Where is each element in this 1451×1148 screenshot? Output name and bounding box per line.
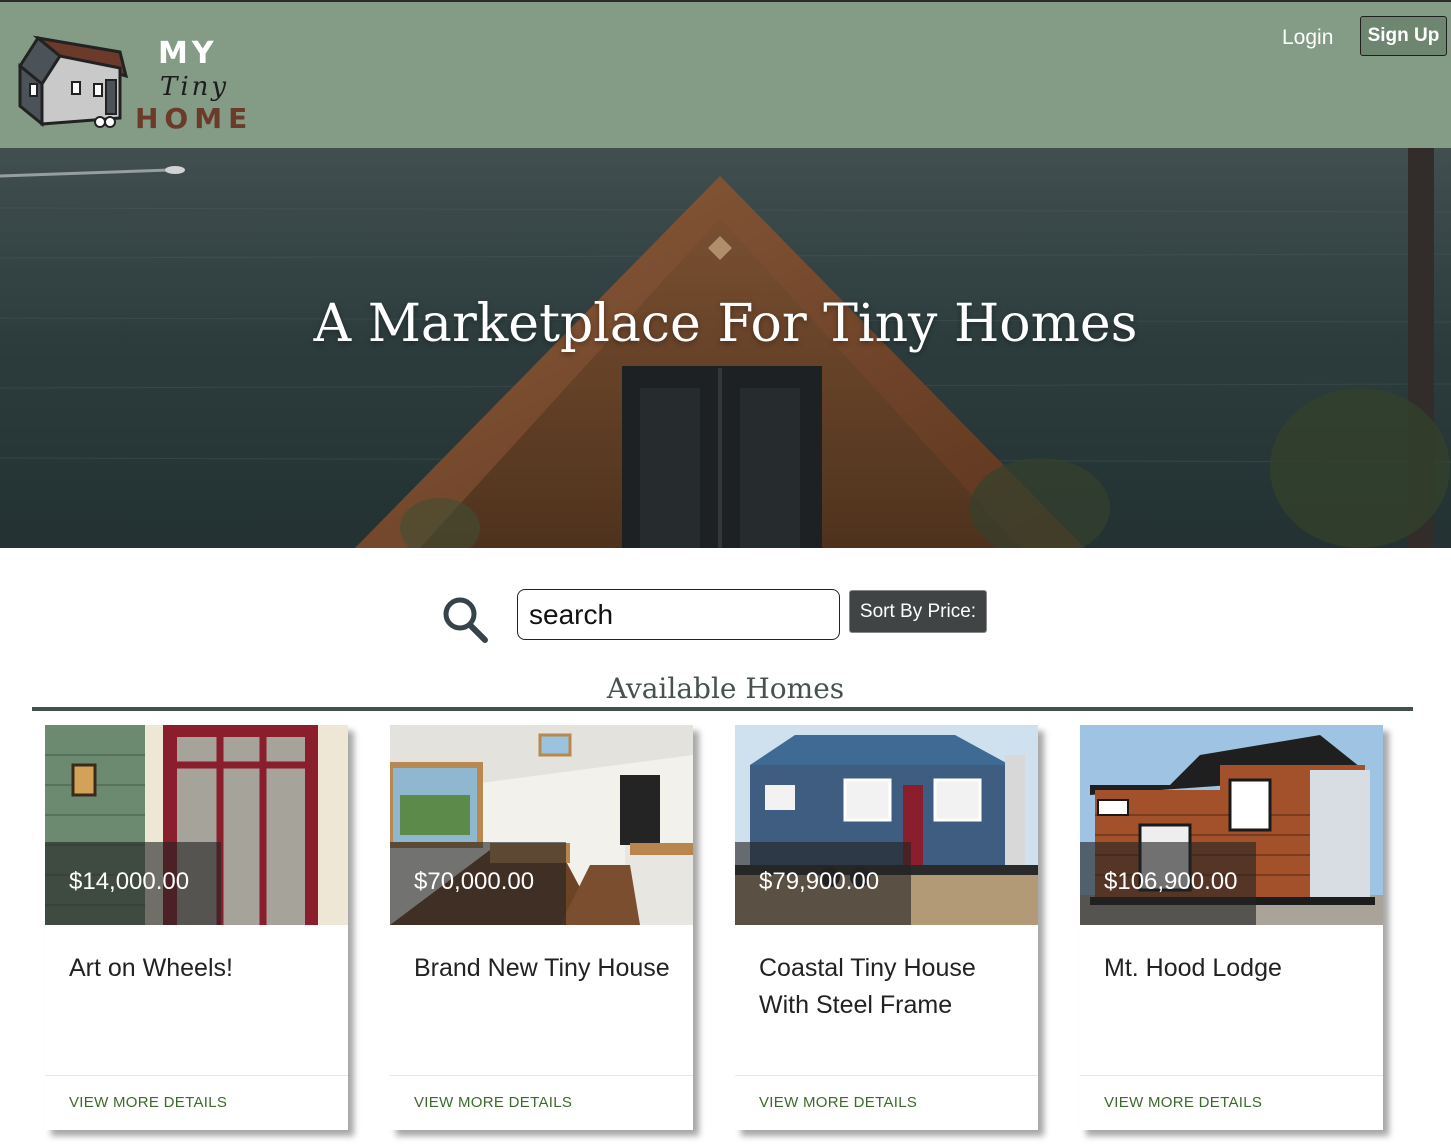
login-link[interactable]: Login bbox=[1282, 26, 1333, 50]
available-homes-heading: Available Homes bbox=[606, 672, 845, 705]
card-divider bbox=[45, 1075, 348, 1076]
logo-text-tiny: Tiny bbox=[160, 72, 230, 102]
view-more-details-link[interactable]: VIEW MORE DETAILS bbox=[1104, 1094, 1262, 1111]
card-divider bbox=[1080, 1075, 1383, 1076]
listing-title: Brand New Tiny House bbox=[414, 954, 670, 982]
listing-title: Coastal Tiny House With Steel Frame bbox=[759, 954, 976, 1019]
listing-price: $70,000.00 bbox=[414, 868, 535, 895]
hero-title: A Marketplace For Tiny Homes bbox=[313, 294, 1138, 354]
sort-by-price-button[interactable]: Sort By Price: bbox=[849, 590, 987, 633]
logo-text-home: HOME bbox=[135, 102, 254, 135]
listing-title: Mt. Hood Lodge bbox=[1104, 954, 1282, 982]
sign-up-button[interactable]: Sign Up bbox=[1360, 16, 1447, 56]
site-header: MY Tiny HOME Login Sign Up bbox=[0, 0, 1451, 148]
view-more-details-link[interactable]: VIEW MORE DETAILS bbox=[759, 1094, 917, 1111]
hero-banner: A Marketplace For Tiny Homes bbox=[0, 148, 1451, 548]
search-input[interactable] bbox=[517, 589, 840, 640]
listing-card[interactable]: $79,900.00 Coastal Tiny House With Steel… bbox=[735, 725, 1038, 1130]
card-divider bbox=[735, 1075, 1038, 1076]
listing-price: $106,900.00 bbox=[1104, 868, 1238, 895]
listing-card[interactable]: $106,900.00 Mt. Hood Lodge VIEW MORE DET… bbox=[1080, 725, 1383, 1130]
view-more-details-link[interactable]: VIEW MORE DETAILS bbox=[69, 1094, 227, 1111]
section-divider bbox=[32, 707, 1413, 711]
listing-price: $14,000.00 bbox=[69, 868, 190, 895]
listing-price: $79,900.00 bbox=[759, 868, 880, 895]
listing-card[interactable]: $14,000.00 Art on Wheels! VIEW MORE DETA… bbox=[45, 725, 348, 1130]
view-more-details-link[interactable]: VIEW MORE DETAILS bbox=[414, 1094, 572, 1111]
tiny-house-logo-icon bbox=[18, 35, 129, 128]
listing-title: Art on Wheels! bbox=[69, 954, 233, 982]
listing-card[interactable]: $70,000.00 Brand New Tiny House VIEW MOR… bbox=[390, 725, 693, 1130]
card-divider bbox=[390, 1075, 693, 1076]
logo-text-my: MY bbox=[158, 36, 218, 71]
search-icon[interactable] bbox=[440, 594, 490, 644]
